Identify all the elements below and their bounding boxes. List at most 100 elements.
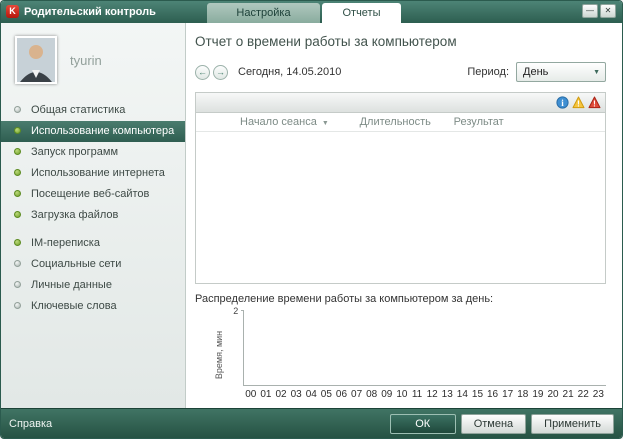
tab-reports-label: Отчеты xyxy=(342,7,380,19)
cancel-button[interactable]: Отмена xyxy=(461,414,526,434)
bullet-icon xyxy=(14,302,21,309)
tab-reports[interactable]: Отчеты xyxy=(322,3,401,23)
sidebar-item-label: Запуск программ xyxy=(31,146,118,158)
tab-settings-label: Настройка xyxy=(236,7,290,19)
minimize-button[interactable]: — xyxy=(582,4,598,18)
bullet-icon xyxy=(14,106,21,113)
sidebar-item-program-launch[interactable]: Запуск программ xyxy=(1,142,185,163)
x-tick: 00 xyxy=(243,389,258,400)
chart-y-axis-label: Время, мин xyxy=(195,310,243,400)
chart-y-tick-mark xyxy=(241,310,244,311)
sidebar-item-keywords[interactable]: Ключевые слова xyxy=(1,296,185,317)
chart-y-tick: 2 xyxy=(233,306,238,316)
window-title: Родительский контроль xyxy=(24,6,156,18)
close-button[interactable]: ✕ xyxy=(600,4,616,18)
x-tick: 07 xyxy=(349,389,364,400)
user-block: tyurin xyxy=(1,36,185,100)
x-tick: 05 xyxy=(319,389,334,400)
user-photo xyxy=(17,38,55,82)
sidebar-item-file-downloads[interactable]: Загрузка файлов xyxy=(1,205,185,226)
bullet-icon xyxy=(14,127,21,134)
kaspersky-logo-icon: K xyxy=(6,5,19,18)
tab-settings[interactable]: Настройка xyxy=(207,3,320,23)
apply-button[interactable]: Применить xyxy=(531,414,614,434)
sort-desc-icon: ▼ xyxy=(322,120,329,127)
period-label: Период: xyxy=(467,66,509,78)
bullet-icon xyxy=(14,260,21,267)
period-select[interactable]: День ▼ xyxy=(516,62,606,82)
sidebar-item-internet-usage[interactable]: Использование интернета xyxy=(1,163,185,184)
date-label: Сегодня, 14.05.2010 xyxy=(238,66,341,78)
x-tick: 03 xyxy=(289,389,304,400)
table-header-row: Начало сеанса ▼ Длительность Результат xyxy=(196,113,605,132)
error-icon[interactable]: ! xyxy=(588,96,601,109)
prev-day-button[interactable]: ← xyxy=(195,65,210,80)
window-controls: — ✕ xyxy=(582,4,616,18)
column-label: Начало сеанса xyxy=(240,116,317,128)
sidebar-item-label: Социальные сети xyxy=(31,258,121,270)
x-tick: 11 xyxy=(409,389,424,400)
x-tick: 21 xyxy=(561,389,576,400)
bullet-icon xyxy=(14,169,21,176)
username: tyurin xyxy=(70,53,102,68)
column-result[interactable]: Результат xyxy=(454,116,605,128)
warning-icon[interactable]: ! xyxy=(572,96,585,109)
x-tick: 02 xyxy=(273,389,288,400)
avatar xyxy=(15,36,57,84)
svg-text:!: ! xyxy=(593,99,596,108)
sidebar-item-website-visits[interactable]: Посещение веб-сайтов xyxy=(1,184,185,205)
sidebar-item-label: Загрузка файлов xyxy=(31,209,118,221)
x-tick: 23 xyxy=(591,389,606,400)
x-tick: 12 xyxy=(425,389,440,400)
chart-plot-area: 2 xyxy=(243,310,606,386)
column-session-start[interactable]: Начало сеанса ▼ xyxy=(196,116,360,128)
sidebar-item-label: Использование компьютера xyxy=(31,125,174,137)
parental-control-window: K Родительский контроль Настройка Отчеты… xyxy=(0,0,623,439)
bullet-icon xyxy=(14,211,21,218)
column-duration[interactable]: Длительность xyxy=(360,116,454,128)
usage-time-chart: Время, мин 2 00 01 02 03 04 05 06 xyxy=(195,310,606,400)
titlebar: K Родительский контроль Настройка Отчеты… xyxy=(1,1,622,23)
x-tick: 14 xyxy=(455,389,470,400)
x-tick: 01 xyxy=(258,389,273,400)
x-tick: 04 xyxy=(304,389,319,400)
sidebar-item-label: Посещение веб-сайтов xyxy=(31,188,149,200)
x-tick: 18 xyxy=(515,389,530,400)
x-tick: 17 xyxy=(500,389,515,400)
info-icon[interactable]: i xyxy=(556,96,569,109)
bullet-icon xyxy=(14,148,21,155)
x-tick: 19 xyxy=(530,389,545,400)
sidebar-item-social-networks[interactable]: Социальные сети xyxy=(1,254,185,275)
sidebar-item-label: Использование интернета xyxy=(31,167,165,179)
help-link[interactable]: Справка xyxy=(9,418,52,430)
sidebar: tyurin Общая статистика Использование ко… xyxy=(1,23,186,408)
bullet-icon xyxy=(14,281,21,288)
sessions-table: i ! ! Начало сеанса ▼ Длительность xyxy=(195,92,606,284)
next-day-button[interactable]: → xyxy=(213,65,228,80)
table-toolbar: i ! ! xyxy=(196,93,605,113)
x-tick: 15 xyxy=(470,389,485,400)
sidebar-item-personal-data[interactable]: Личные данные xyxy=(1,275,185,296)
svg-text:!: ! xyxy=(577,99,580,108)
sidebar-item-label: Ключевые слова xyxy=(31,300,117,312)
sidebar-item-label: Общая статистика xyxy=(31,104,125,116)
ok-button[interactable]: ОК xyxy=(390,414,456,434)
x-tick: 16 xyxy=(485,389,500,400)
x-tick: 08 xyxy=(364,389,379,400)
sidebar-item-general-stats[interactable]: Общая статистика xyxy=(1,100,185,121)
x-tick: 10 xyxy=(394,389,409,400)
chart-x-axis-ticks: 00 01 02 03 04 05 06 07 08 09 10 11 12 1… xyxy=(243,389,606,400)
period-value: День xyxy=(523,66,593,78)
x-tick: 20 xyxy=(545,389,560,400)
footer-bar: Справка ОК Отмена Применить xyxy=(1,408,622,438)
sidebar-item-computer-usage[interactable]: Использование компьютера xyxy=(1,121,185,142)
date-nav-row: ← → Сегодня, 14.05.2010 Период: День ▼ xyxy=(195,62,606,82)
x-tick: 09 xyxy=(379,389,394,400)
table-body-empty xyxy=(196,132,605,283)
bullet-icon xyxy=(14,190,21,197)
sidebar-group-divider xyxy=(1,226,185,233)
x-tick: 13 xyxy=(440,389,455,400)
sidebar-item-label: Личные данные xyxy=(31,279,112,291)
chevron-down-icon: ▼ xyxy=(593,69,600,76)
sidebar-item-im-messaging[interactable]: IM-переписка xyxy=(1,233,185,254)
